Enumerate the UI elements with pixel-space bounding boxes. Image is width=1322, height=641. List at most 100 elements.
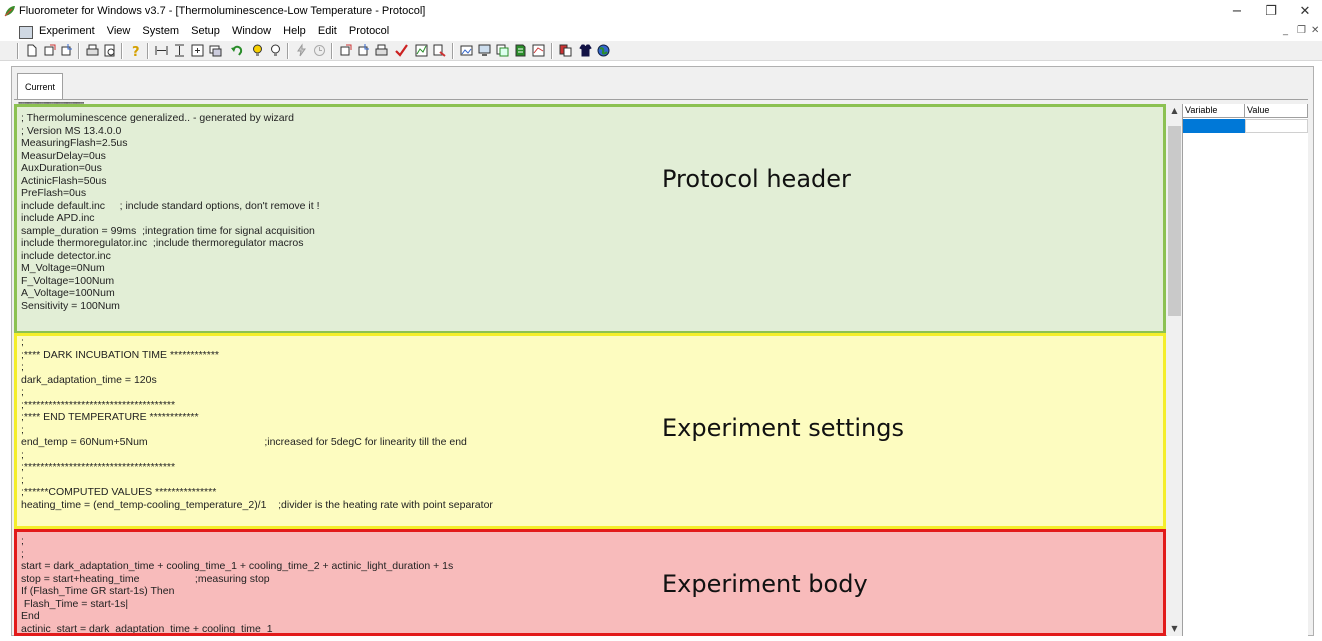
menu-items: Experiment View System Setup Window Help… [39,25,398,37]
protocol-editor[interactable]: ; Thermoluminescence generalized.. - gen… [14,104,1166,636]
protocol-header-code[interactable]: ; Thermoluminescence generalized.. - gen… [21,112,320,312]
code-line[interactable]: start = dark_adaptation_time + cooling_t… [21,560,453,573]
title-bar: Fluorometer for Windows v3.7 - [Thermolu… [0,0,1322,24]
undo-icon[interactable] [230,43,245,58]
mdi-minimize-button[interactable]: _ [1283,25,1288,36]
check-icon[interactable] [394,43,409,58]
compare-icon[interactable] [558,43,573,58]
open-icon[interactable] [42,43,57,58]
code-line[interactable]: include APD.inc [21,212,320,225]
tab-current[interactable]: Current [17,73,63,100]
code-line[interactable]: ; Thermoluminescence generalized.. - gen… [21,112,320,125]
code-line[interactable]: Flash_Time = start-1s| [21,598,453,611]
shirt-icon[interactable] [578,43,593,58]
code-line[interactable]: AuxDuration=0us [21,162,320,175]
code-line[interactable]: PreFlash=0us [21,187,320,200]
code-line[interactable]: heating_time = (end_temp-cooling_tempera… [21,499,493,512]
code-line[interactable]: ;******COMPUTED VALUES *************** [21,486,493,499]
value-cell[interactable] [1245,119,1308,133]
export-icon[interactable] [432,43,447,58]
toolbar-separator [287,43,289,59]
code-line[interactable]: include default.inc ; include standard o… [21,200,320,213]
code-line[interactable]: Sensitivity = 100Num [21,300,320,313]
new-icon[interactable] [24,43,39,58]
code-line[interactable]: ; [21,336,493,349]
code-line[interactable]: stop = start+heating_time ;measuring sto… [21,573,453,586]
code-line[interactable]: ;**** END TEMPERATURE ************ [21,411,493,424]
save-icon[interactable] [59,43,74,58]
scroll-thumb[interactable] [1168,126,1181,316]
code-line[interactable]: F_Voltage=100Num [21,275,320,288]
menu-experiment[interactable]: Experiment [39,25,95,37]
help-icon[interactable]: ? [128,43,143,58]
scroll-down-icon[interactable]: ▼ [1167,622,1182,636]
code-line[interactable]: ;************************************* [21,399,493,412]
bulb-on-icon[interactable] [250,43,265,58]
code-line[interactable]: sample_duration = 99ms ;integration time… [21,225,320,238]
restore-button[interactable]: ❐ [1256,3,1286,21]
bulb-off-icon[interactable] [268,43,283,58]
variable-column-header[interactable]: Variable [1183,104,1245,118]
code-line[interactable]: End [21,610,453,623]
editor-scrollbar[interactable]: ▲ ▼ [1167,104,1182,636]
code-line[interactable]: dark_adaptation_time = 120s [21,374,493,387]
code-line[interactable]: ; [21,535,453,548]
code-line[interactable]: ;**** DARK INCUBATION TIME ************ [21,349,493,362]
code-line[interactable]: If (Flash_Time GR start-1s) Then [21,585,453,598]
save-protocol-icon[interactable] [356,43,371,58]
code-line[interactable]: M_Voltage=0Num [21,262,320,275]
code-line[interactable]: MeasuringFlash=2.5us [21,137,320,150]
monitor-icon[interactable] [477,43,492,58]
print-icon[interactable] [85,43,100,58]
experiment-body-code[interactable]: ;; start = dark_adaptation_time + cooling… [21,535,453,634]
experiment-settings-code[interactable]: ; ;**** DARK INCUBATION TIME ************… [21,336,493,511]
code-line[interactable]: ActinicFlash=50us [21,175,320,188]
graph-icon[interactable] [531,43,546,58]
code-line[interactable]: ; Version MS 13.4.0.0 [21,125,320,138]
chart-icon[interactable] [414,43,429,58]
code-line[interactable]: MeasurDelay=0us [21,150,320,163]
flash-icon[interactable] [294,43,309,58]
menu-edit[interactable]: Edit [318,25,337,37]
code-line[interactable]: A_Voltage=100Num [21,287,320,300]
code-line[interactable]: ;************************************* [21,461,493,474]
print-preview-icon[interactable] [102,43,117,58]
fit-icon[interactable] [154,43,169,58]
code-line[interactable]: include thermoregulator.inc ;include the… [21,237,320,250]
variable-cell-selected[interactable] [1183,119,1245,133]
code-line[interactable]: ; [21,449,493,462]
menu-window[interactable]: Window [232,25,271,37]
globe-icon[interactable] [596,43,611,58]
menu-view[interactable]: View [107,25,131,37]
close-button[interactable]: ✕ [1290,3,1320,21]
align-icon[interactable] [172,43,187,58]
mdi-restore-button[interactable]: ❐ [1297,25,1306,36]
scroll-up-icon[interactable]: ▲ [1167,104,1182,118]
code-line[interactable]: actinic_start = dark_adaptation_time + c… [21,623,453,634]
code-line[interactable]: end_temp = 60Num+5Num ;increased for 5de… [21,436,493,449]
code-line[interactable]: ; [21,386,493,399]
document-menu-icon[interactable] [19,26,33,39]
menu-system[interactable]: System [142,25,179,37]
window-icon[interactable] [208,43,223,58]
code-line[interactable]: ; [21,361,493,374]
document-icon[interactable] [513,43,528,58]
value-column-header[interactable]: Value [1245,104,1308,118]
menu-setup[interactable]: Setup [191,25,220,37]
code-line[interactable]: ; [21,474,493,487]
copy-icon[interactable] [495,43,510,58]
print-protocol-icon[interactable] [374,43,389,58]
image-icon[interactable] [459,43,474,58]
zoom-icon[interactable] [190,43,205,58]
menu-protocol[interactable]: Protocol [349,25,389,37]
code-line[interactable]: ; [21,548,453,561]
menu-help[interactable]: Help [283,25,306,37]
open-protocol-icon[interactable] [338,43,353,58]
code-line[interactable]: ; [21,424,493,437]
clock-icon[interactable] [312,43,327,58]
code-line[interactable]: include detector.inc [21,250,320,263]
minimize-button[interactable]: − [1222,3,1252,21]
mdi-close-button[interactable]: ✕ [1311,25,1319,36]
protocol-header-region: ; Thermoluminescence generalized.. - gen… [14,104,1166,334]
toolbar-separator [17,43,19,59]
